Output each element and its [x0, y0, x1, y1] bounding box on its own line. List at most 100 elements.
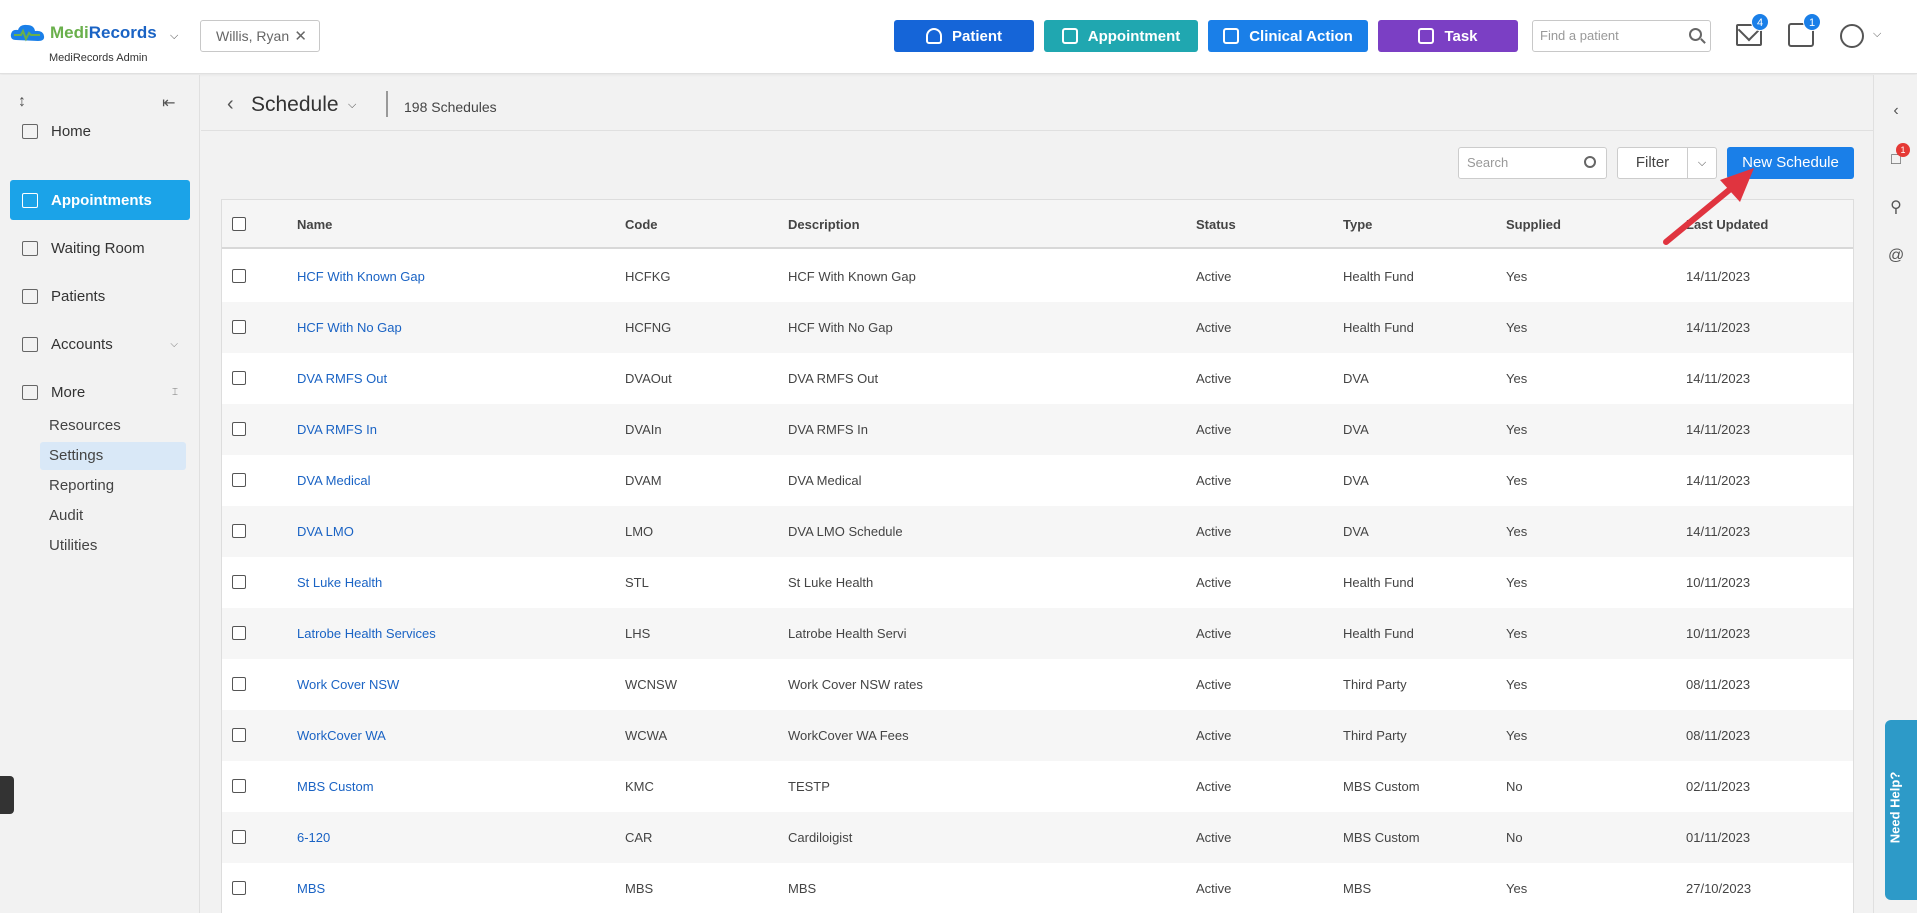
column-header-description[interactable]: Description — [788, 217, 860, 232]
row-checkbox[interactable] — [232, 728, 246, 742]
cell-status: Active — [1196, 422, 1232, 437]
nav-audit[interactable]: Audit — [40, 502, 186, 530]
cell-name[interactable]: MBS Custom — [297, 779, 374, 794]
cell-name[interactable]: Latrobe Health Services — [297, 626, 436, 641]
cell-name[interactable]: MBS — [297, 881, 325, 896]
row-checkbox[interactable] — [232, 830, 246, 844]
row-checkbox[interactable] — [232, 422, 246, 436]
row-checkbox[interactable] — [232, 779, 246, 793]
nav-waiting-room[interactable]: Waiting Room — [10, 228, 190, 268]
new-task-button[interactable]: Task — [1378, 20, 1518, 52]
drawer-tab[interactable] — [0, 776, 14, 814]
cell-supplied: Yes — [1506, 371, 1528, 386]
new-patient-button[interactable]: Patient — [894, 20, 1034, 52]
column-header-type[interactable]: Type — [1343, 217, 1372, 232]
column-header-code[interactable]: Code — [625, 217, 658, 232]
cell-last-updated: 08/11/2023 — [1686, 677, 1751, 692]
row-checkbox[interactable] — [232, 677, 246, 691]
logo-text: MediRecords — [50, 23, 157, 43]
cell-code: WCNSW — [625, 677, 677, 692]
column-header-last-updated[interactable]: Last Updated — [1686, 217, 1768, 232]
table-row[interactable]: MBS Custom KMC TESTP Active MBS Custom No 02/1… — [222, 761, 1853, 812]
row-checkbox[interactable] — [232, 269, 246, 283]
nav-accounts[interactable]: Accounts ⌵ — [10, 324, 190, 364]
chevron-left-icon[interactable]: ‹ — [1888, 103, 1904, 119]
nav-more[interactable]: More ⌶ — [10, 372, 190, 412]
table-row[interactable]: DVA RMFS In DVAIn DVA RMFS In Active DVA Yes 1… — [222, 404, 1853, 455]
find-patient-input[interactable]: Find a patient — [1532, 20, 1711, 52]
nav-reporting[interactable]: Reporting — [40, 472, 186, 500]
cell-description: Latrobe Health Servi — [788, 626, 907, 641]
cell-status: Active — [1196, 626, 1232, 641]
row-checkbox[interactable] — [232, 626, 246, 640]
need-help-tab[interactable]: Need Help? — [1885, 720, 1917, 900]
clinical-action-button[interactable]: Clinical Action — [1208, 20, 1368, 52]
pin-icon[interactable]: ⚲ — [1888, 200, 1904, 216]
page-title[interactable]: Schedule — [251, 93, 339, 117]
cell-status: Active — [1196, 524, 1232, 539]
column-header-name[interactable]: Name — [297, 217, 332, 232]
cell-name[interactable]: St Luke Health — [297, 575, 382, 590]
filter-label[interactable]: Filter — [1618, 148, 1688, 178]
new-appointment-button[interactable]: Appointment — [1044, 20, 1198, 52]
mention-icon[interactable]: @ — [1888, 248, 1904, 264]
schedule-search-input[interactable]: Search — [1458, 147, 1607, 179]
chevron-down-icon[interactable]: ⌵ — [348, 99, 356, 112]
select-all-checkbox[interactable] — [232, 217, 246, 231]
chevron-down-icon[interactable]: ⌵ — [1688, 148, 1716, 178]
table-row[interactable]: MBS MBS MBS Active MBS Yes 27/10/2023 — [222, 863, 1853, 913]
folder-plus-icon — [22, 384, 38, 400]
close-icon[interactable]: ✕ — [294, 27, 307, 45]
filter-button[interactable]: Filter ⌵ — [1617, 147, 1717, 179]
resize-vertical-icon[interactable]: ↕ — [18, 93, 26, 111]
table-row[interactable]: Work Cover NSW WCNSW Work Cover NSW rates A… — [222, 659, 1853, 710]
table-row[interactable]: HCF With Known Gap HCFKG HCF With Known Ga… — [222, 251, 1853, 302]
chevron-down-icon[interactable]: ⌵ — [1873, 28, 1881, 41]
cell-name[interactable]: HCF With No Gap — [297, 320, 402, 335]
column-header-status[interactable]: Status — [1196, 217, 1236, 232]
table-row[interactable]: Latrobe Health Services LHS Latrobe Health… — [222, 608, 1853, 659]
cell-description: MBS — [788, 881, 817, 896]
row-checkbox[interactable] — [232, 320, 246, 334]
cell-name[interactable]: DVA RMFS Out — [297, 371, 387, 386]
nav-settings[interactable]: Settings — [40, 442, 186, 470]
row-checkbox[interactable] — [232, 524, 246, 538]
table-row[interactable]: WorkCover WA WCWA WorkCover WA Fees Active T… — [222, 710, 1853, 761]
cell-name[interactable]: DVA RMFS In — [297, 422, 377, 437]
logo-subtitle: MediRecords Admin — [49, 52, 148, 64]
table-row[interactable]: HCF With No Gap HCFNG HCF With No Gap Activ… — [222, 302, 1853, 353]
table-row[interactable]: DVA Medical DVAM DVA Medical Active DVA Yes 14… — [222, 455, 1853, 506]
table-row[interactable]: 6-120 CAR Cardiloigist Active MBS Custom No 01… — [222, 812, 1853, 863]
table-row[interactable]: DVA RMFS Out DVAOut DVA RMFS Out Active DVA Y… — [222, 353, 1853, 404]
top-header: MediRecords ⌵ MediRecords Admin Willis, … — [0, 0, 1917, 74]
cell-description: TESTP — [788, 779, 830, 794]
nav-patients[interactable]: Patients — [10, 276, 190, 316]
app-logo[interactable]: MediRecords — [10, 22, 157, 44]
table-row[interactable]: DVA LMO LMO DVA LMO Schedule Active DVA Yes 14… — [222, 506, 1853, 557]
back-arrow-icon[interactable]: ‹ — [227, 93, 234, 116]
cell-name[interactable]: DVA LMO — [297, 524, 354, 539]
row-checkbox[interactable] — [232, 881, 246, 895]
user-avatar-icon[interactable] — [1840, 24, 1864, 48]
search-icon[interactable] — [1584, 156, 1596, 168]
row-checkbox[interactable] — [232, 473, 246, 487]
chevron-down-icon[interactable]: ⌵ — [170, 30, 178, 43]
active-patient-chip[interactable]: Willis, Ryan ✕ — [200, 20, 320, 52]
collapse-sidebar-icon[interactable]: ⇤ — [162, 93, 175, 113]
cell-name[interactable]: WorkCover WA — [297, 728, 386, 743]
nav-appointments[interactable]: Appointments — [10, 180, 190, 220]
cell-name[interactable]: 6-120 — [297, 830, 330, 845]
new-schedule-button[interactable]: New Schedule — [1727, 147, 1854, 179]
table-row[interactable]: St Luke Health STL St Luke Health Active Hea… — [222, 557, 1853, 608]
cell-name[interactable]: HCF With Known Gap — [297, 269, 425, 284]
nav-home[interactable]: Home — [10, 111, 190, 151]
nav-utilities[interactable]: Utilities — [40, 532, 186, 560]
nav-resources[interactable]: Resources — [40, 412, 186, 440]
search-icon[interactable] — [1689, 28, 1702, 41]
column-header-supplied[interactable]: Supplied — [1506, 217, 1561, 232]
row-checkbox[interactable] — [232, 371, 246, 385]
cell-status: Active — [1196, 677, 1232, 692]
cell-name[interactable]: DVA Medical — [297, 473, 370, 488]
row-checkbox[interactable] — [232, 575, 246, 589]
cell-name[interactable]: Work Cover NSW — [297, 677, 399, 692]
